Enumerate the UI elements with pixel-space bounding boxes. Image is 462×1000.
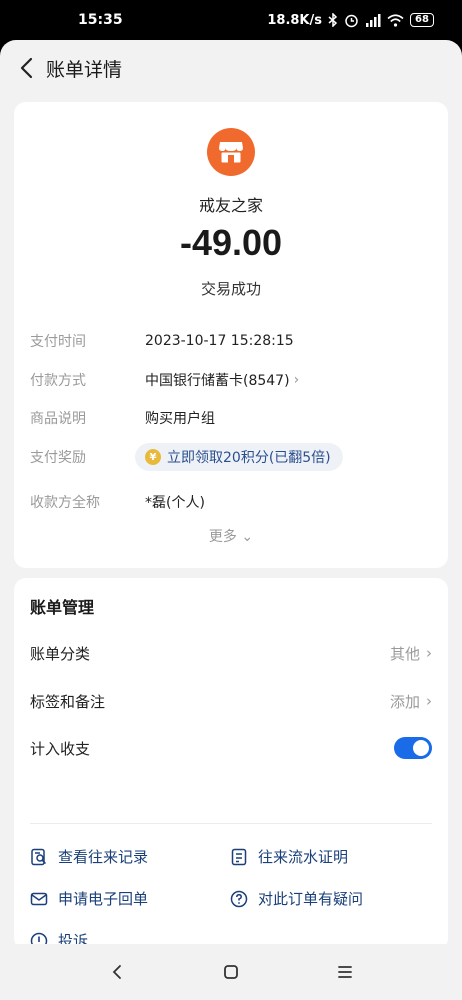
tags-value: 添加 xyxy=(389,692,420,711)
history-label: 查看往来记录 xyxy=(58,848,149,866)
status-icons: 18.8K/s 68 xyxy=(267,13,434,28)
chevron-right-icon: › xyxy=(426,692,432,710)
category-value: 其他 xyxy=(389,644,420,663)
goods-value: 购买用户组 xyxy=(145,411,215,427)
signal-icon xyxy=(365,13,381,27)
status-time: 15:35 xyxy=(78,12,123,28)
chevron-right-icon: › xyxy=(293,372,300,388)
flow-proof-label: 往来流水证明 xyxy=(258,848,349,866)
alarm-icon xyxy=(344,13,359,28)
battery-icon: 68 xyxy=(410,13,434,27)
include-toggle[interactable] xyxy=(394,737,432,759)
category-right: 其他 › xyxy=(390,643,432,664)
pay-method-value-wrap[interactable]: 中国银行储蓄卡(8547) › xyxy=(145,370,299,390)
nav-back-icon xyxy=(112,965,121,979)
payee-label: 收款方全称 xyxy=(30,495,100,511)
reward-value: 立即领取20积分(已翻5倍) xyxy=(167,450,331,466)
pay-time-label: 支付时间 xyxy=(30,334,86,350)
pay-time-value: 2023-10-17 15:28:15 xyxy=(145,333,294,349)
tags-row[interactable]: 标签和备注 添加 › xyxy=(30,686,432,716)
detail-row-payee: 收款方全称 *磊(个人) xyxy=(30,489,432,515)
category-label: 账单分类 xyxy=(30,644,91,663)
bluetooth-icon xyxy=(328,13,338,27)
include-row: 计入收支 xyxy=(30,733,432,763)
bill-summary-card: 戒友之家 -49.00 交易成功 支付时间 2023-10-17 15:28:1… xyxy=(14,102,448,568)
system-nav-bar xyxy=(0,944,462,1000)
back-button[interactable] xyxy=(12,54,40,82)
goods-label: 商品说明 xyxy=(30,411,86,427)
tags-label: 标签和备注 xyxy=(30,692,106,711)
header: 账单详情 xyxy=(0,40,462,96)
nav-back-button[interactable] xyxy=(103,958,131,986)
payee-value: *磊(个人) xyxy=(145,495,205,511)
coin-icon: ¥ xyxy=(145,449,161,465)
nav-menu-icon xyxy=(338,966,352,978)
chevron-left-icon xyxy=(20,57,33,79)
question-label: 对此订单有疑问 xyxy=(258,890,364,908)
net-speed: 18.8K/s xyxy=(267,12,322,28)
chevron-right-icon: › xyxy=(426,644,432,662)
include-label: 计入收支 xyxy=(30,739,91,758)
store-icon xyxy=(207,128,255,176)
flow-proof-link[interactable]: 往来流水证明 xyxy=(230,846,348,867)
search-record-icon xyxy=(31,848,47,865)
detail-row-pay-method[interactable]: 付款方式 中国银行储蓄卡(8547) › xyxy=(30,367,432,393)
section-title: 账单管理 xyxy=(30,598,95,617)
document-icon xyxy=(231,848,247,865)
page-title: 账单详情 xyxy=(46,58,123,81)
transaction-status: 交易成功 xyxy=(200,280,261,298)
status-bar: 15:35 18.8K/s 68 xyxy=(0,0,462,40)
more-label: 更多 xyxy=(208,529,237,545)
wifi-icon xyxy=(387,13,404,27)
detail-row-pay-time: 支付时间 2023-10-17 15:28:15 xyxy=(30,328,432,354)
mail-icon xyxy=(30,892,48,905)
more-button[interactable]: 更多 ⌄ xyxy=(14,526,448,546)
e-receipt-link[interactable]: 申请电子回单 xyxy=(30,888,148,909)
bill-management-card: 账单管理 账单分类 其他 › 标签和备注 添加 › 计入收支 查看往来记录 往来… xyxy=(14,578,448,950)
question-icon xyxy=(230,890,248,907)
e-receipt-label: 申请电子回单 xyxy=(58,890,149,908)
nav-home-icon xyxy=(224,965,238,979)
screen: 账单详情 戒友之家 -49.00 交易成功 支付时间 2023-10-17 15… xyxy=(0,40,462,1000)
nav-menu-button[interactable] xyxy=(331,958,359,986)
toggle-knob xyxy=(413,740,429,756)
detail-row-goods: 商品说明 购买用户组 xyxy=(30,405,432,431)
tags-right: 添加 › xyxy=(390,691,432,712)
transaction-amount: -49.00 xyxy=(179,222,283,263)
history-link[interactable]: 查看往来记录 xyxy=(30,846,148,867)
detail-row-reward: 支付奖励 ¥ 立即领取20积分(已翻5倍) xyxy=(30,443,432,471)
question-link[interactable]: 对此订单有疑问 xyxy=(230,888,363,909)
divider xyxy=(30,823,432,824)
category-row[interactable]: 账单分类 其他 › xyxy=(30,638,432,668)
reward-claim-button[interactable]: ¥ 立即领取20积分(已翻5倍) xyxy=(135,443,343,471)
chevron-down-icon: ⌄ xyxy=(241,529,254,545)
pay-method-label: 付款方式 xyxy=(30,373,86,389)
nav-home-button[interactable] xyxy=(217,958,245,986)
reward-label: 支付奖励 xyxy=(30,450,86,466)
pay-method-value: 中国银行储蓄卡(8547) xyxy=(145,373,290,389)
merchant-name: 戒友之家 xyxy=(198,196,263,215)
